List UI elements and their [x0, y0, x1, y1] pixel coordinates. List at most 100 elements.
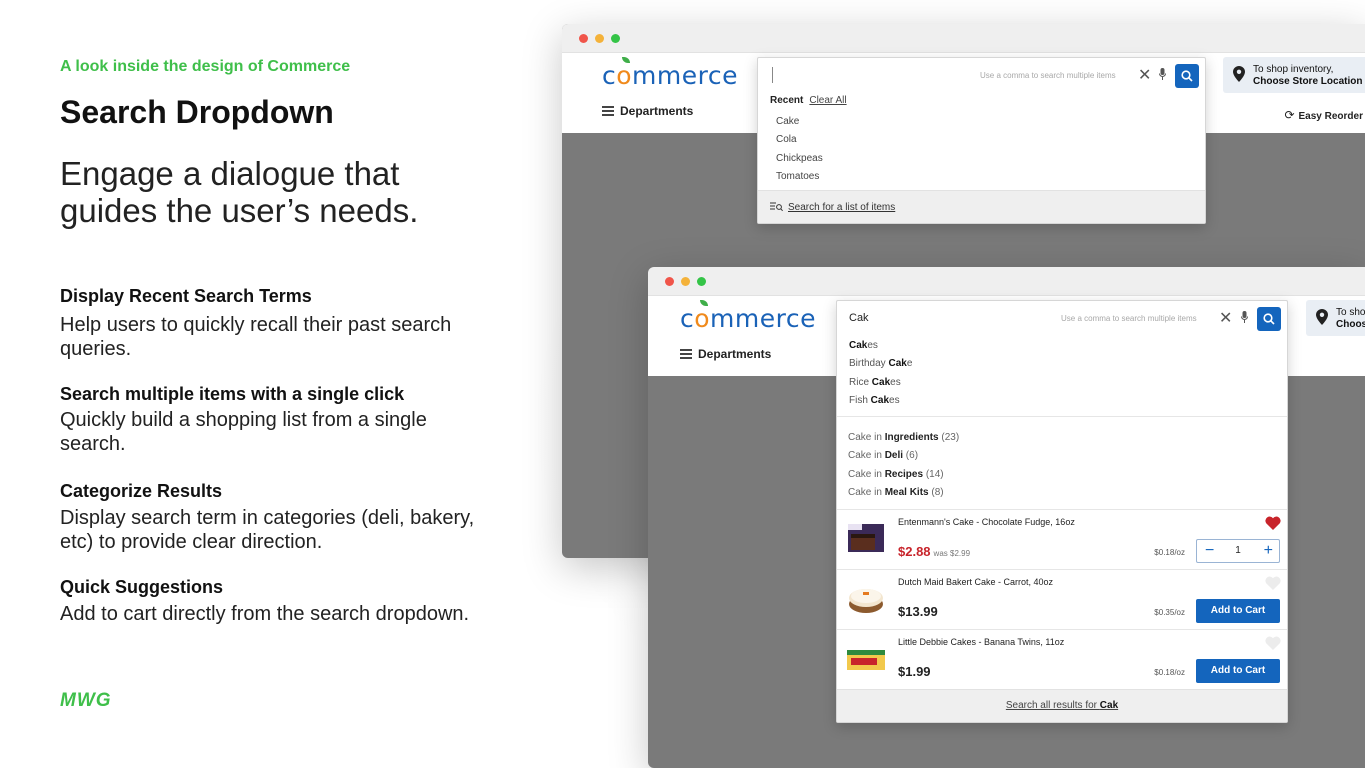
- feature-heading: Display Recent Search Terms: [60, 286, 312, 306]
- store-line-1: To shop inventory,: [1253, 64, 1334, 75]
- window-chrome: [648, 267, 1365, 296]
- search-bar[interactable]: Cak Use a comma to search multiple items…: [837, 301, 1287, 335]
- quantity-stepper[interactable]: − 1 +: [1196, 539, 1280, 563]
- unit-price: $0.18/oz: [1154, 548, 1185, 557]
- search-icon: [1181, 70, 1193, 82]
- heart-icon[interactable]: [1265, 576, 1281, 590]
- store-line-1: To sho: [1336, 307, 1365, 318]
- product-image: [845, 518, 887, 558]
- list-search-bar: Search for a list of items: [758, 190, 1205, 223]
- search-button[interactable]: [1175, 64, 1199, 88]
- microphone-icon[interactable]: [1241, 311, 1248, 323]
- mwg-logo: MWG: [60, 690, 112, 711]
- feature-categorize: Categorize Results Display search term i…: [60, 480, 480, 554]
- category-item[interactable]: Cake in Deli (6): [848, 447, 959, 465]
- suggestion-item[interactable]: Cakes: [849, 337, 912, 355]
- feature-heading: Quick Suggestions: [60, 577, 224, 597]
- product-price: $2.88 was $2.99: [898, 544, 971, 559]
- plus-icon[interactable]: +: [1264, 541, 1273, 561]
- recent-item[interactable]: Tomatoes: [776, 168, 823, 186]
- close-window-dot[interactable]: [579, 34, 588, 43]
- product-row[interactable]: Little Debbie Cakes - Banana Twins, 11oz…: [837, 629, 1287, 689]
- recent-list: Cake Cola Chickpeas Tomatoes: [776, 113, 823, 186]
- easy-reorder-link[interactable]: ⟳ Easy Reorder: [1284, 108, 1363, 122]
- commerce-logo[interactable]: c ommerce: [602, 57, 738, 90]
- product-row[interactable]: Dutch Maid Bakert Cake - Carrot, 40oz $1…: [837, 569, 1287, 629]
- minimize-window-dot[interactable]: [681, 277, 690, 286]
- search-list-link[interactable]: Search for a list of items: [788, 202, 895, 213]
- product-price: $1.99: [898, 664, 931, 679]
- suggestion-item[interactable]: Fish Cakes: [849, 392, 912, 410]
- add-to-cart-button[interactable]: Add to Cart: [1196, 659, 1280, 683]
- product-image: [845, 578, 887, 618]
- maximize-window-dot[interactable]: [611, 34, 620, 43]
- feature-heading: Search multiple items with a single clic…: [60, 384, 405, 404]
- recent-header: Recent Clear All: [770, 95, 847, 106]
- eyebrow-text: A look inside the design of Commerce: [60, 58, 351, 75]
- clear-icon[interactable]: ✕: [1138, 65, 1151, 85]
- feature-recent: Display Recent Search Terms Help users t…: [60, 285, 480, 361]
- close-window-dot[interactable]: [665, 277, 674, 286]
- hamburger-icon: [602, 106, 614, 116]
- product-row[interactable]: Entenmann's Cake - Chocolate Fudge, 16oz…: [837, 509, 1287, 569]
- feature-body: Quickly build a shopping list from a sin…: [60, 409, 427, 455]
- feature-heading: Categorize Results: [60, 481, 223, 501]
- departments-label: Departments: [620, 104, 694, 118]
- search-dropdown-suggestions: Cak Use a comma to search multiple items…: [836, 300, 1288, 723]
- clear-all-link[interactable]: Clear All: [809, 95, 846, 106]
- unit-price: $0.18/oz: [1154, 668, 1185, 677]
- feature-body: Help users to quickly recall their past …: [60, 314, 452, 360]
- feature-body: Display search term in categories (deli,…: [60, 507, 475, 553]
- recent-item[interactable]: Cola: [776, 131, 823, 149]
- store-location-button[interactable]: To sho Choos: [1306, 300, 1365, 336]
- location-pin-icon: [1233, 66, 1245, 82]
- hamburger-icon: [680, 349, 692, 359]
- suggestion-item[interactable]: Rice Cakes: [849, 374, 912, 392]
- search-icon: [1263, 313, 1275, 325]
- search-hint: Use a comma to search multiple items: [980, 71, 1116, 80]
- departments-menu[interactable]: Departments: [602, 104, 693, 118]
- tagline: Engage a dialogue that guides the user’s…: [60, 155, 419, 229]
- search-bar[interactable]: Use a comma to search multiple items ✕: [758, 58, 1205, 92]
- unit-price: $0.35/oz: [1154, 608, 1185, 617]
- category-item[interactable]: Cake in Meal Kits (8): [848, 484, 959, 502]
- recent-label: Recent: [770, 95, 804, 106]
- product-image: [845, 638, 887, 678]
- category-item[interactable]: Cake in Ingredients (23): [848, 429, 959, 447]
- departments-label: Departments: [698, 347, 772, 361]
- departments-menu[interactable]: Departments: [680, 347, 771, 361]
- search-dropdown-recent: Use a comma to search multiple items ✕ R…: [757, 57, 1206, 224]
- page-title: Search Dropdown: [60, 94, 334, 130]
- was-price: was $2.99: [933, 549, 971, 558]
- search-button[interactable]: [1257, 307, 1281, 331]
- feature-body: Add to cart directly from the search dro…: [60, 603, 470, 625]
- product-name[interactable]: Entenmann's Cake - Chocolate Fudge, 16oz: [898, 517, 1075, 527]
- add-to-cart-button[interactable]: Add to Cart: [1196, 599, 1280, 623]
- search-query[interactable]: Cak: [849, 312, 869, 324]
- search-all-results-bar: Search all results for Cak: [837, 689, 1287, 722]
- product-price: $13.99: [898, 604, 938, 619]
- store-line-2: Choos: [1336, 319, 1365, 330]
- search-all-results-link[interactable]: Search all results for Cak: [1006, 700, 1118, 711]
- heart-icon[interactable]: [1265, 636, 1281, 650]
- minimize-window-dot[interactable]: [595, 34, 604, 43]
- list-search-icon: [770, 202, 783, 212]
- microphone-icon[interactable]: [1159, 68, 1166, 80]
- suggestion-list: Cakes Birthday Cake Rice Cakes Fish Cake…: [849, 337, 912, 410]
- product-name[interactable]: Dutch Maid Bakert Cake - Carrot, 40oz: [898, 577, 1053, 587]
- search-hint: Use a comma to search multiple items: [1061, 314, 1197, 323]
- suggestion-item[interactable]: Birthday Cake: [849, 355, 912, 373]
- maximize-window-dot[interactable]: [697, 277, 706, 286]
- store-location-button[interactable]: To shop inventory, Choose Store Location: [1223, 57, 1365, 93]
- recent-item[interactable]: Chickpeas: [776, 150, 823, 168]
- product-name[interactable]: Little Debbie Cakes - Banana Twins, 11oz: [898, 637, 1064, 647]
- window-chrome: [562, 24, 1365, 53]
- feature-suggestions: Quick Suggestions Add to cart directly f…: [60, 576, 480, 626]
- clear-icon[interactable]: ✕: [1219, 308, 1232, 328]
- commerce-logo[interactable]: c ommerce: [680, 300, 816, 333]
- recent-item[interactable]: Cake: [776, 113, 823, 131]
- text-cursor: [772, 67, 773, 83]
- category-item[interactable]: Cake in Recipes (14): [848, 466, 959, 484]
- heart-icon[interactable]: [1265, 516, 1281, 530]
- feature-multiple: Search multiple items with a single clic…: [60, 383, 480, 456]
